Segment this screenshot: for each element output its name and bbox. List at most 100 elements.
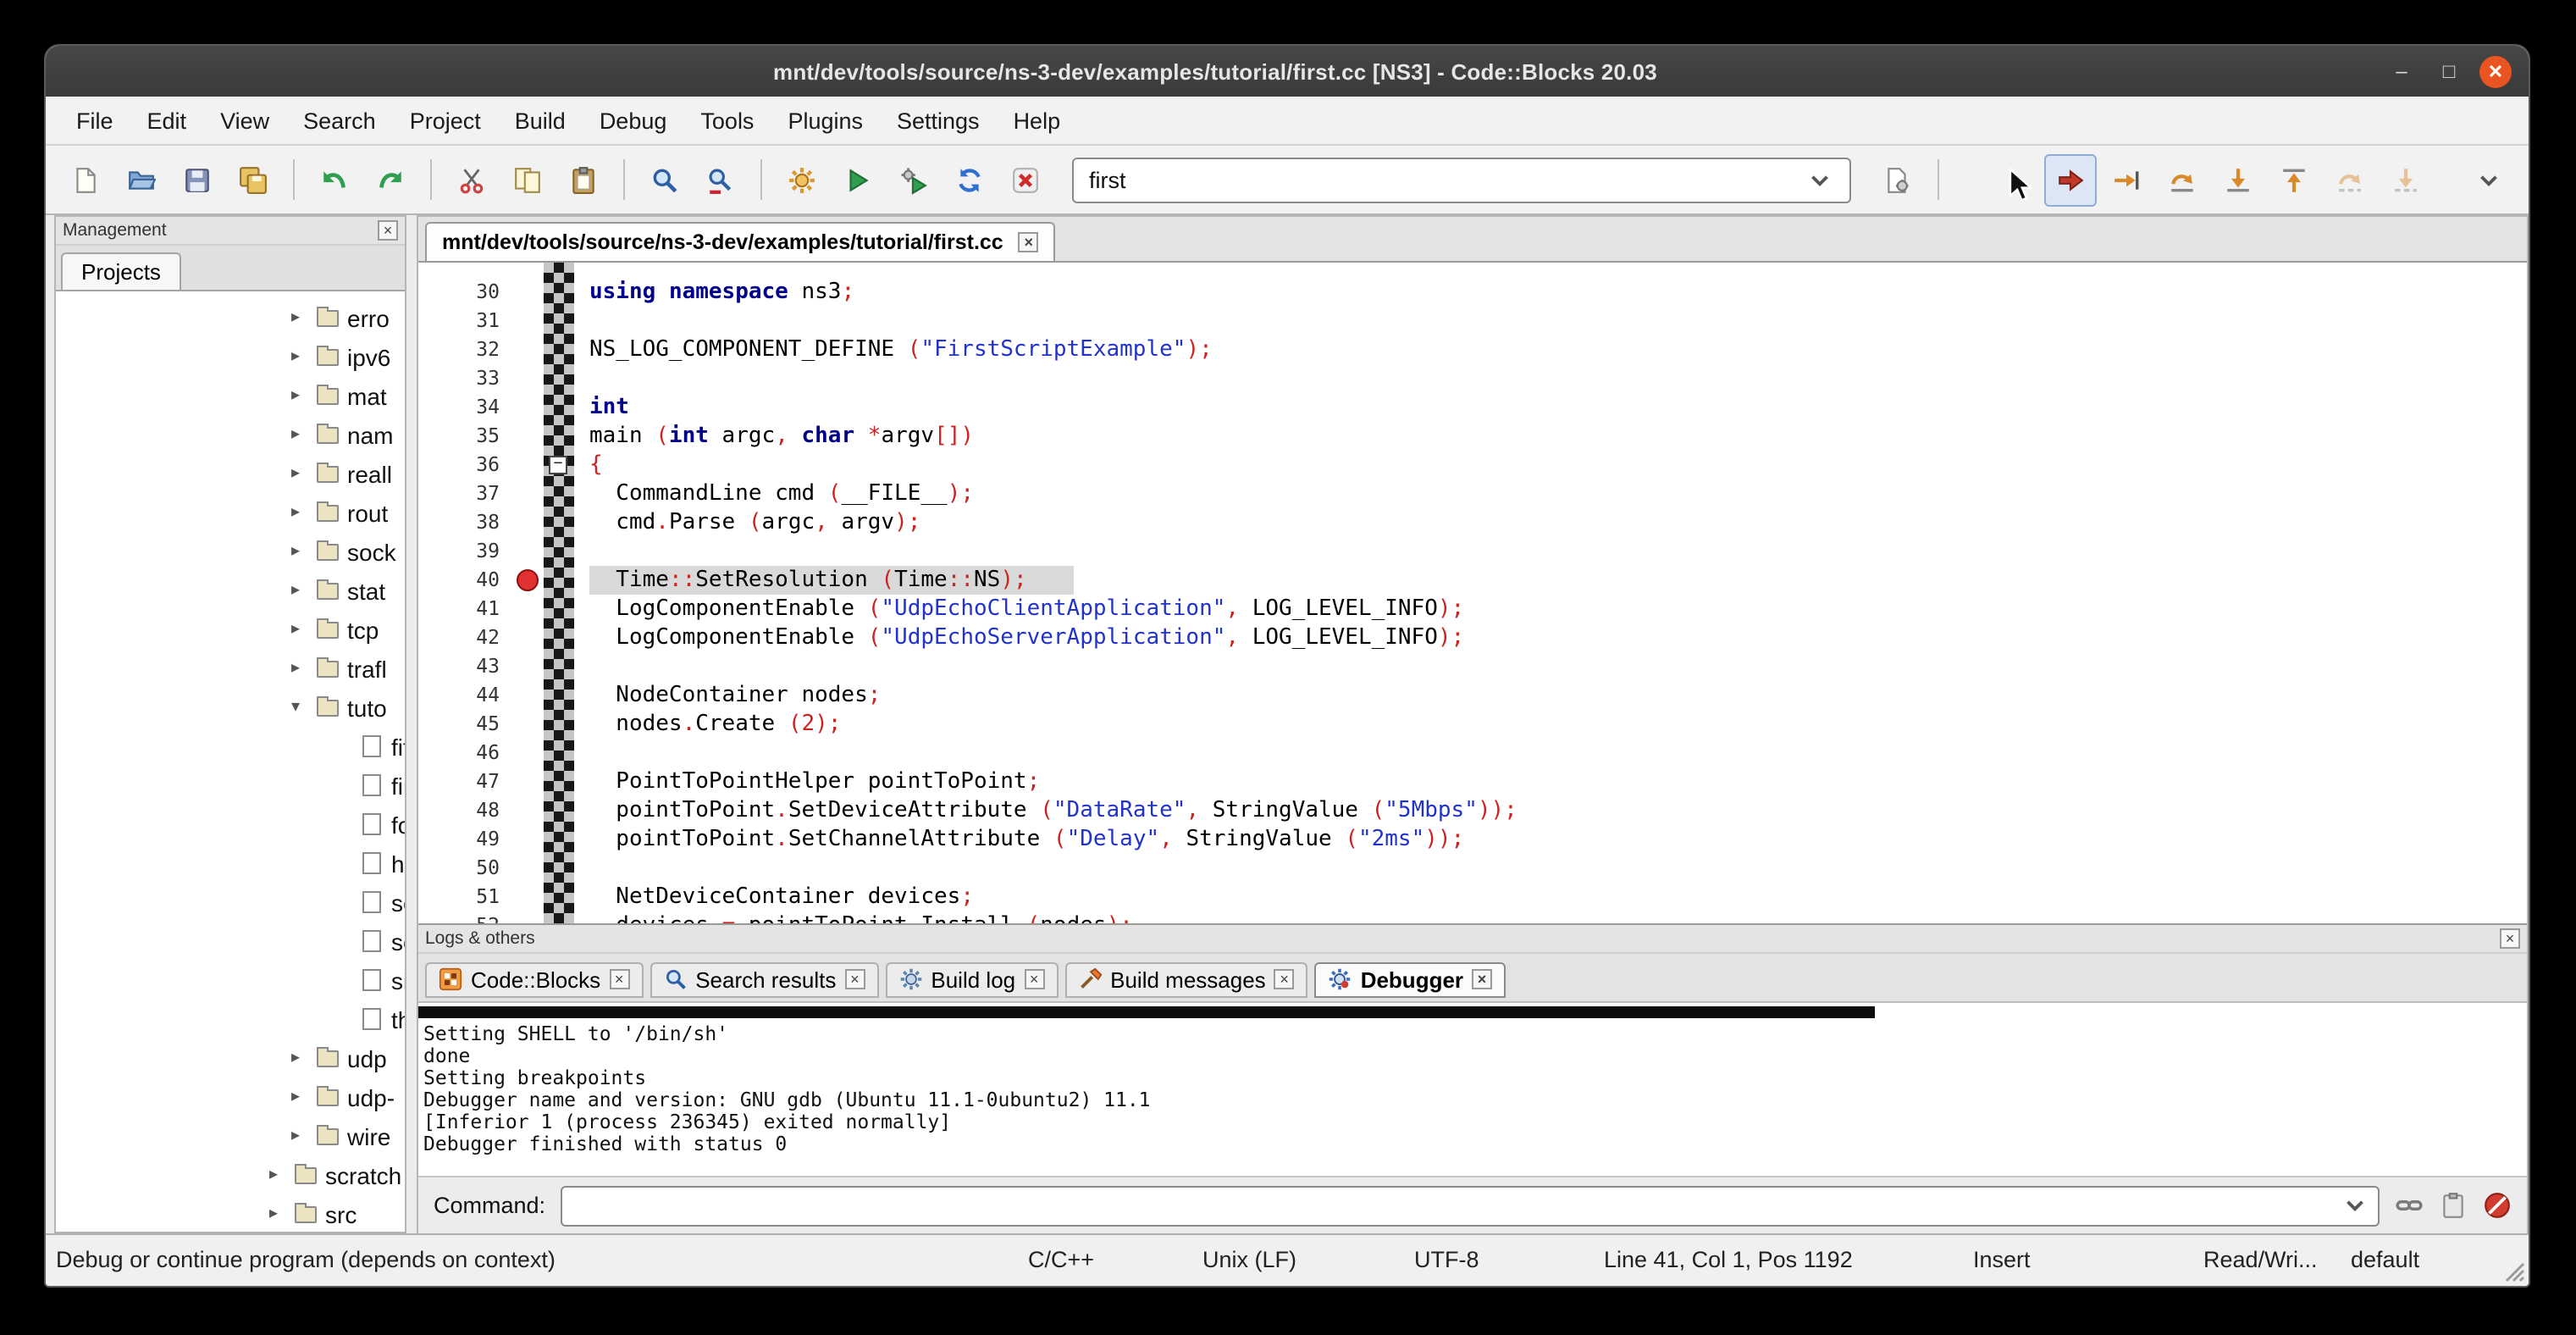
menu-item-project[interactable]: Project — [393, 97, 498, 144]
tree-item-se[interactable]: se — [56, 922, 405, 961]
debug-continue-button[interactable] — [2044, 153, 2097, 206]
fold-margin[interactable] — [544, 278, 574, 307]
tree-item-src[interactable]: ▸src — [56, 1194, 405, 1232]
tab-debugger[interactable]: Debugger× — [1315, 961, 1506, 997]
chevron-right-icon[interactable]: ▸ — [291, 1088, 313, 1106]
tree-item-rout[interactable]: ▸rout — [56, 493, 405, 532]
line-number[interactable]: 43 — [418, 652, 513, 681]
code-line-49[interactable]: 49 pointToPoint.SetChannelAttribute ("De… — [418, 825, 2527, 854]
tree-item-udp[interactable]: ▸udp- — [56, 1077, 405, 1116]
code-line-50[interactable]: 50 — [418, 854, 2527, 883]
menu-item-build[interactable]: Build — [498, 97, 583, 144]
menu-item-debug[interactable]: Debug — [583, 97, 684, 144]
line-number[interactable]: 30 — [418, 278, 513, 307]
fold-margin[interactable] — [544, 796, 574, 825]
close-icon[interactable]: × — [1472, 969, 1492, 989]
fold-margin[interactable] — [544, 911, 574, 923]
compile-current-file-button[interactable] — [1871, 153, 1924, 206]
undo-button[interactable] — [308, 153, 361, 206]
menu-item-view[interactable]: View — [203, 97, 286, 144]
breakpoint-margin[interactable] — [513, 623, 544, 652]
step-into-instruction-button[interactable] — [2380, 153, 2432, 206]
tab-code-blocks[interactable]: Code::Blocks× — [425, 961, 643, 997]
close-icon[interactable]: × — [1024, 969, 1044, 989]
tab-build-messages[interactable]: Build messages× — [1064, 961, 1308, 997]
next-instruction-button[interactable] — [2324, 153, 2376, 206]
tree-item-fif[interactable]: fif — [56, 727, 405, 766]
replace-button[interactable] — [694, 153, 747, 206]
chevron-right-icon[interactable]: ▸ — [269, 1205, 291, 1223]
line-number[interactable]: 36 — [418, 451, 513, 479]
breakpoint-margin[interactable] — [513, 364, 544, 393]
fold-margin[interactable] — [544, 537, 574, 566]
chevron-right-icon[interactable]: ▸ — [269, 1166, 291, 1184]
menu-item-edit[interactable]: Edit — [130, 97, 204, 144]
code-line-42[interactable]: 42 LogComponentEnable ("UdpEchoServerApp… — [418, 623, 2527, 652]
line-number[interactable]: 49 — [418, 825, 513, 854]
fold-margin[interactable] — [544, 623, 574, 652]
line-number[interactable]: 51 — [418, 883, 513, 911]
chevron-down-icon[interactable]: ▾ — [291, 698, 313, 717]
tree-item-tuto[interactable]: ▾tuto — [56, 688, 405, 727]
fold-margin[interactable] — [544, 854, 574, 883]
paste-button[interactable] — [557, 153, 610, 206]
command-input[interactable] — [561, 1185, 2380, 1226]
line-number[interactable]: 39 — [418, 537, 513, 566]
tree-item-erro[interactable]: ▸erro — [56, 298, 405, 337]
tree-item-fo[interactable]: fo — [56, 805, 405, 844]
menu-item-file[interactable]: File — [59, 97, 130, 144]
fold-margin[interactable] — [544, 739, 574, 767]
tree-item-fir[interactable]: fir — [56, 766, 405, 805]
line-number[interactable]: 34 — [418, 393, 513, 422]
resize-grip-icon[interactable] — [2498, 1255, 2525, 1282]
breakpoint-margin[interactable] — [513, 278, 544, 307]
line-number[interactable]: 31 — [418, 307, 513, 335]
tree-item-nam[interactable]: ▸nam — [56, 415, 405, 454]
clipboard-icon[interactable] — [2439, 1191, 2468, 1220]
breakpoint-margin[interactable] — [513, 681, 544, 710]
breakpoint-margin[interactable] — [513, 422, 544, 451]
code-line-52[interactable]: 52 devices = pointToPoint.Install (nodes… — [418, 911, 2527, 923]
fold-margin[interactable] — [544, 422, 574, 451]
tab-search-results[interactable]: Search results× — [650, 961, 878, 997]
selected-log-row[interactable] — [418, 1006, 1875, 1018]
line-number[interactable]: 50 — [418, 854, 513, 883]
menu-item-plugins[interactable]: Plugins — [771, 97, 880, 144]
new-file-button[interactable] — [59, 153, 112, 206]
chevron-right-icon[interactable]: ▸ — [291, 581, 313, 600]
chevron-right-icon[interactable]: ▸ — [291, 503, 313, 522]
tree-item-wire[interactable]: ▸wire — [56, 1116, 405, 1155]
link-icon[interactable] — [2395, 1191, 2424, 1220]
find-button[interactable] — [638, 153, 691, 206]
chevron-right-icon[interactable]: ▸ — [291, 386, 313, 405]
fold-margin[interactable] — [544, 307, 574, 335]
run-button[interactable] — [832, 153, 884, 206]
code-line-47[interactable]: 47 PointToPointHelper pointToPoint; — [418, 767, 2527, 796]
code-line-44[interactable]: 44 NodeContainer nodes; — [418, 681, 2527, 710]
line-number[interactable]: 44 — [418, 681, 513, 710]
breakpoint-margin[interactable] — [513, 796, 544, 825]
breakpoint-margin[interactable] — [513, 479, 544, 508]
breakpoint-margin[interactable] — [513, 595, 544, 623]
toolbar-overflow-button[interactable] — [2463, 153, 2515, 206]
line-number[interactable]: 33 — [418, 364, 513, 393]
tab-projects[interactable]: Projects — [61, 252, 181, 290]
cut-button[interactable] — [445, 153, 498, 206]
line-number[interactable]: 42 — [418, 623, 513, 652]
debugger-log[interactable]: Setting SHELL to '/bin/sh'doneSetting br… — [418, 1003, 2527, 1176]
breakpoint-margin[interactable] — [513, 883, 544, 911]
fold-margin[interactable] — [544, 508, 574, 537]
tree-item-si[interactable]: si — [56, 961, 405, 1000]
code-editor[interactable]: 30using namespace ns3;31 32NS_LOG_COMPON… — [418, 263, 2527, 923]
maximize-button[interactable]: □ — [2432, 54, 2466, 88]
line-number[interactable]: 40 — [418, 566, 513, 595]
breakpoint-margin[interactable] — [513, 508, 544, 537]
close-icon[interactable]: × — [609, 969, 629, 989]
breakpoint-margin[interactable] — [513, 335, 544, 364]
fold-margin[interactable] — [544, 595, 574, 623]
title-bar[interactable]: mnt/dev/tools/source/ns-3-dev/examples/t… — [46, 46, 2529, 97]
close-icon[interactable]: × — [378, 220, 398, 241]
code-line-51[interactable]: 51 NetDeviceContainer devices; — [418, 883, 2527, 911]
build-button[interactable] — [776, 153, 828, 206]
code-line-48[interactable]: 48 pointToPoint.SetDeviceAttribute ("Dat… — [418, 796, 2527, 825]
